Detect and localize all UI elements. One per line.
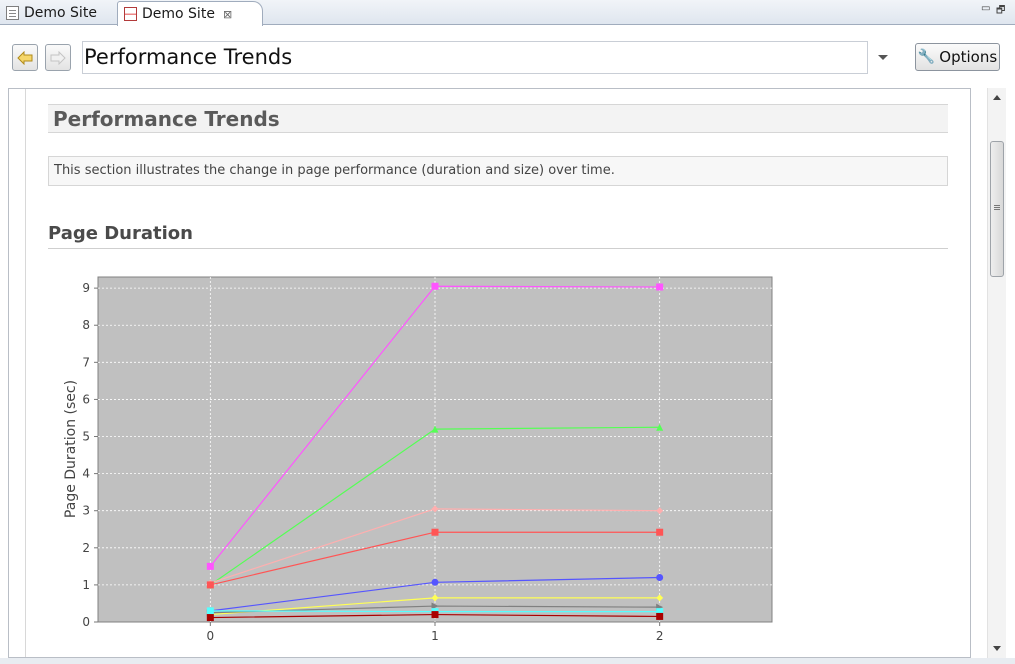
back-arrow-icon xyxy=(17,50,33,65)
scrollbar-thumb[interactable] xyxy=(990,141,1004,277)
y-tick-label: 5 xyxy=(82,430,90,444)
x-tick-label: 1 xyxy=(431,629,439,643)
scroll-down-icon[interactable] xyxy=(993,646,1001,651)
data-point xyxy=(206,614,214,622)
scroll-up-icon[interactable] xyxy=(993,95,1001,100)
y-axis-ticks: 0 1 2 3 4 5 6 7 8 9 xyxy=(82,281,98,629)
report-icon xyxy=(124,7,137,21)
wrench-icon: 🔧 xyxy=(917,49,936,65)
page-duration-chart: 0 1 2 3 4 5 6 7 8 9 0 1 2 Page Duration (sec) xyxy=(63,276,773,643)
data-point xyxy=(431,578,439,586)
y-tick-label: 7 xyxy=(82,355,90,369)
data-point xyxy=(206,562,214,570)
y-tick-label: 1 xyxy=(82,578,90,592)
grip-icon xyxy=(994,205,1000,206)
document-icon xyxy=(6,5,19,20)
data-point xyxy=(656,573,664,581)
restore-icon[interactable]: 🗗 xyxy=(996,3,1005,20)
y-tick-label: 0 xyxy=(82,615,90,629)
minimize-icon[interactable]: ▭ xyxy=(981,3,990,14)
y-tick-label: 4 xyxy=(82,467,90,481)
y-tick-label: 2 xyxy=(82,541,90,555)
data-point xyxy=(431,528,439,536)
tab-demo-site-2-active[interactable]: Demo Site ⊠ xyxy=(117,1,263,26)
back-button[interactable] xyxy=(12,44,38,71)
y-tick-label: 9 xyxy=(82,281,90,295)
data-point xyxy=(656,528,664,536)
close-tab-icon[interactable]: ⊠ xyxy=(223,8,232,21)
x-tick-label: 2 xyxy=(656,629,664,643)
tab-demo-site-1[interactable]: Demo Site xyxy=(0,0,114,25)
address-combo-input[interactable]: Performance Trends xyxy=(82,41,868,74)
data-point xyxy=(206,607,214,615)
tab-label: Demo Site xyxy=(24,4,97,21)
chevron-down-icon[interactable] xyxy=(878,55,888,60)
y-tick-label: 8 xyxy=(82,318,90,332)
x-tick-label: 0 xyxy=(207,629,215,643)
x-axis-ticks: 0 1 2 xyxy=(207,622,664,643)
report-content-frame: Performance Trends This section illustra… xyxy=(8,88,971,658)
vertical-scrollbar[interactable] xyxy=(987,88,1006,658)
y-tick-label: 6 xyxy=(82,392,90,406)
options-button[interactable]: 🔧 Options xyxy=(915,43,1000,71)
y-tick-label: 3 xyxy=(82,504,90,518)
tab-label: Demo Site xyxy=(142,6,215,22)
editor-tab-bar: Demo Site Demo Site ⊠ ▭ 🗗 xyxy=(0,0,1015,26)
data-point xyxy=(206,581,214,589)
data-point xyxy=(431,611,439,619)
options-label: Options xyxy=(939,48,998,66)
y-axis-label: Page Duration (sec) xyxy=(63,380,79,518)
data-point xyxy=(656,612,664,620)
data-point xyxy=(431,282,439,290)
forward-button[interactable] xyxy=(45,44,71,71)
forward-arrow-icon xyxy=(50,50,66,65)
window-bottom-border xyxy=(0,658,1015,664)
data-point xyxy=(656,283,664,291)
